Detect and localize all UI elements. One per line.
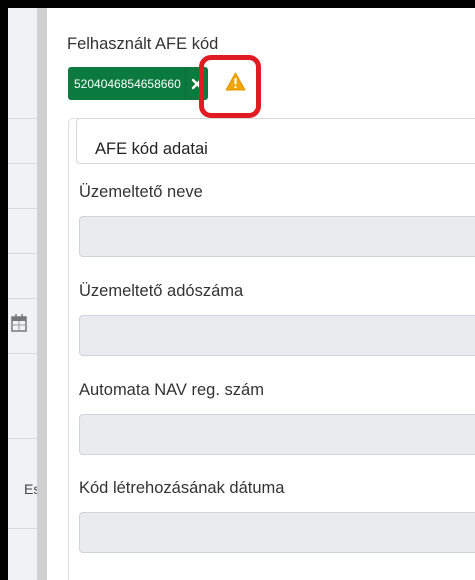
background-page: Es: [8, 8, 40, 580]
code-created-date-field[interactable]: [79, 512, 475, 553]
operator-tax-number-field[interactable]: [79, 315, 475, 356]
annotation-highlight: [199, 55, 261, 118]
background-row-divider: [8, 353, 37, 354]
background-row-divider: [8, 208, 37, 209]
automat-nav-reg-field[interactable]: [79, 414, 475, 455]
afe-code-panel: Felhasznált AFE kód 5204046854658660 AFE…: [47, 8, 475, 580]
afe-details-legend: AFE kód adatai: [95, 140, 208, 158]
code-created-date-label: Kód létrehozásának dátuma: [79, 479, 285, 497]
background-row-divider: [8, 298, 37, 299]
afe-code-value: 5204046854658660: [68, 67, 185, 100]
background-row-divider: [8, 253, 37, 254]
calendar-icon: [11, 314, 27, 332]
operator-name-field[interactable]: [79, 216, 475, 257]
automat-nav-reg-label: Automata NAV reg. szám: [79, 381, 264, 399]
afe-code-chip: 5204046854658660: [68, 67, 208, 100]
background-row-divider: [8, 528, 37, 529]
operator-name-label: Üzemeltető neve: [79, 183, 203, 201]
used-afe-code-title: Felhasznált AFE kód: [67, 35, 219, 53]
operator-tax-number-label: Üzemeltető adószáma: [79, 282, 244, 300]
modal-backdrop: [37, 8, 47, 580]
screenshot-frame: Es Felhasznált AFE kód 5204046854658660 …: [8, 8, 475, 580]
background-row-divider: [8, 438, 37, 439]
background-row-divider: [8, 163, 37, 164]
background-row-divider: [8, 118, 37, 119]
